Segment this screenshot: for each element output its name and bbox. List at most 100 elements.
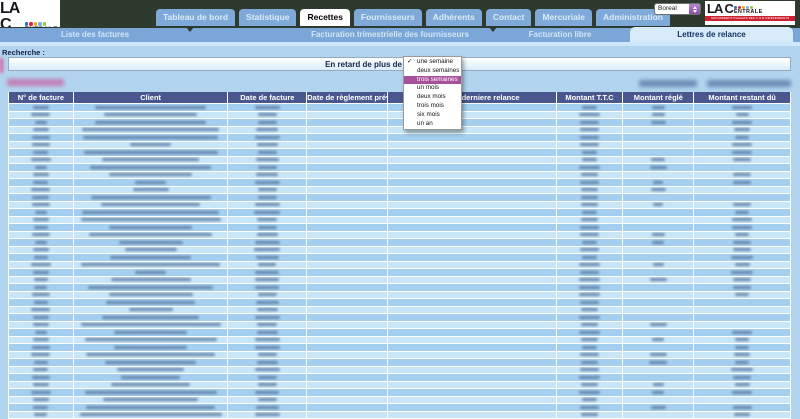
table-row[interactable]	[9, 164, 790, 172]
tab-adherents[interactable]: Adhérents	[425, 9, 482, 26]
menu-item-un-mois[interactable]: un mois	[404, 84, 461, 93]
redacted-cell-value	[32, 248, 50, 251]
redacted-cell-value	[103, 398, 199, 401]
table-row[interactable]	[9, 299, 790, 307]
table-row[interactable]	[9, 239, 790, 247]
table-cell	[388, 156, 557, 163]
table-row[interactable]	[9, 314, 790, 322]
table-row[interactable]	[9, 411, 790, 419]
table-cell	[694, 321, 790, 328]
redacted-cell-value	[80, 218, 221, 221]
table-row[interactable]	[9, 171, 790, 179]
redacted-cell-value	[578, 293, 601, 296]
table-row[interactable]	[9, 284, 790, 292]
table-row[interactable]	[9, 111, 790, 119]
table-row[interactable]	[9, 366, 790, 374]
table-row[interactable]	[9, 306, 790, 314]
subtab-liste-des-factures[interactable]: Liste des factures	[0, 28, 190, 42]
table-row[interactable]	[9, 201, 790, 209]
search-input[interactable]: En retard de plus de	[8, 57, 791, 71]
table-row[interactable]	[9, 134, 790, 142]
redacted-cell-value	[734, 383, 750, 386]
redacted-cell-value	[84, 390, 217, 394]
redacted-cell-value	[256, 128, 279, 131]
table-cell	[388, 366, 557, 373]
subtab-facturation-libre[interactable]: Facturation libre	[470, 28, 650, 42]
environment-select[interactable]: Boreal	[654, 3, 701, 15]
table-row[interactable]	[9, 179, 790, 187]
table-row[interactable]	[9, 194, 790, 202]
table-row[interactable]	[9, 359, 790, 367]
menu-item-six-mois[interactable]: six mois	[404, 111, 461, 120]
table-row[interactable]	[9, 329, 790, 337]
table-row[interactable]	[9, 396, 790, 404]
redacted-action-link[interactable]	[707, 80, 791, 87]
dropdown-arrow-icon[interactable]	[489, 27, 497, 32]
table-row[interactable]	[9, 216, 790, 224]
table-row[interactable]	[9, 149, 790, 157]
table-row[interactable]	[9, 269, 790, 277]
subtab-lettres-de-relance[interactable]: Lettres de relance	[630, 27, 793, 42]
redacted-cell-value	[255, 255, 279, 259]
tab-tableau-de-bord[interactable]: Tableau de bord	[156, 9, 236, 26]
redacted-action-link[interactable]	[639, 80, 697, 87]
table-cell	[388, 284, 557, 291]
table-row[interactable]	[9, 246, 790, 254]
table-cell	[307, 134, 389, 141]
tab-statistique[interactable]: Statistique	[239, 9, 297, 26]
menu-item-trois-mois[interactable]: trois mois	[404, 102, 461, 111]
redacted-cell-value	[32, 218, 49, 221]
table-cell	[556, 359, 624, 366]
table-row[interactable]	[9, 141, 790, 149]
redacted-cell-value	[108, 225, 193, 229]
tab-contact[interactable]: Contact	[485, 9, 532, 26]
redacted-link[interactable]	[7, 79, 64, 86]
table-row[interactable]	[9, 374, 790, 382]
redacted-cell-value	[32, 338, 49, 341]
table-row[interactable]	[9, 104, 790, 112]
table-row[interactable]	[9, 186, 790, 194]
menu-item-une-semaine[interactable]: ✓ une semaine	[404, 58, 461, 67]
table-cell	[73, 149, 229, 156]
table-row[interactable]	[9, 404, 790, 412]
dropdown-arrow-icon[interactable]	[186, 27, 194, 32]
table-cell	[623, 284, 695, 291]
table-cell	[307, 119, 389, 126]
table-cell	[623, 186, 695, 193]
table-row[interactable]	[9, 276, 790, 284]
redacted-cell-value	[651, 120, 666, 124]
table-cell	[694, 119, 790, 126]
table-row[interactable]	[9, 381, 790, 389]
table-row[interactable]	[9, 231, 790, 239]
table-row[interactable]	[9, 224, 790, 232]
table-row[interactable]	[9, 336, 790, 344]
table-cell	[228, 186, 308, 193]
menu-item-deux-mois[interactable]: deux mois	[404, 93, 461, 102]
table-row[interactable]	[9, 344, 790, 352]
tab-fournisseurs[interactable]: Fournisseurs	[353, 9, 422, 26]
table-row[interactable]	[9, 126, 790, 134]
table-row[interactable]	[9, 321, 790, 329]
tab-mercuriale[interactable]: Mercuriale	[535, 9, 592, 26]
table-cell	[228, 381, 308, 388]
select-stepper-icon[interactable]	[689, 4, 700, 14]
table-row[interactable]	[9, 254, 790, 262]
menu-item-un-an[interactable]: un an	[404, 120, 461, 129]
table-row[interactable]	[9, 351, 790, 359]
menu-item-deux-semaines[interactable]: deux semaines	[404, 67, 461, 76]
redacted-cell-value	[254, 105, 280, 109]
table-row[interactable]	[9, 209, 790, 217]
tab-recettes[interactable]: Recettes	[300, 9, 350, 26]
table-row[interactable]	[9, 291, 790, 299]
menu-item-trois-semaines[interactable]: trois semaines	[404, 75, 461, 85]
redacted-cell-value	[257, 218, 278, 221]
table-row[interactable]	[9, 261, 790, 269]
redacted-cell-value	[649, 165, 667, 169]
table-row[interactable]	[9, 389, 790, 397]
table-row[interactable]	[9, 119, 790, 127]
table-row[interactable]	[9, 156, 790, 164]
table-cell	[388, 389, 557, 396]
table-cell	[73, 119, 229, 126]
redacted-cell-value	[579, 233, 600, 236]
table-cell	[694, 126, 790, 133]
